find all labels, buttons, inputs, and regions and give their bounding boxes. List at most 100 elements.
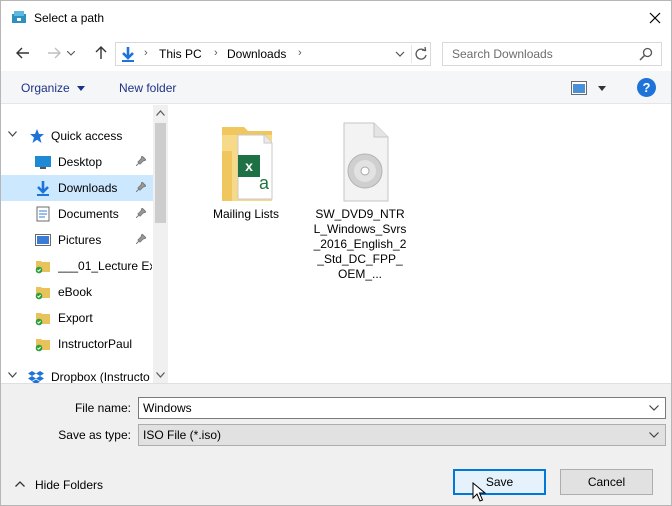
pictures-icon <box>35 234 51 246</box>
nav-item-label: Quick access <box>51 129 123 143</box>
address-bar[interactable]: › This PC › Downloads › <box>115 42 431 66</box>
file-name-combobox[interactable] <box>138 397 666 419</box>
view-options-icon[interactable] <box>571 81 587 95</box>
refresh-icon <box>415 46 427 60</box>
recent-locations-button[interactable] <box>65 43 77 63</box>
save-panel: File name: Save as type: ISO File (*.iso… <box>1 383 671 505</box>
chevron-down-icon[interactable] <box>649 432 659 438</box>
title-bar: Select a path <box>1 1 671 35</box>
forward-button[interactable] <box>44 43 64 63</box>
chevron-down-icon <box>67 50 75 56</box>
search-box[interactable] <box>442 42 662 66</box>
nav-item-label: ___01_Lecture Ex <box>58 259 152 273</box>
forward-arrow-icon <box>48 47 61 59</box>
breadcrumb-this-pc[interactable]: This PC <box>159 47 202 61</box>
synced-folder-icon <box>35 339 50 352</box>
file-item-label: SW_DVD9_NTRL_Windows_Svrs_2016_English_2… <box>313 207 407 281</box>
save-button[interactable]: Save <box>453 469 546 495</box>
download-arrow-icon <box>37 181 49 196</box>
chevron-down-icon <box>395 51 405 57</box>
scroll-down-icon[interactable] <box>156 372 165 378</box>
nav-item-label: Desktop <box>58 155 103 169</box>
refresh-button[interactable] <box>411 45 429 63</box>
select-path-dialog: Select a path › This PC › Downloads › Se… <box>0 0 672 506</box>
nav-scrollbar[interactable] <box>153 105 168 383</box>
nav-item-lecture-ex[interactable]: ___01_Lecture Ex <box>1 253 153 279</box>
pin-icon[interactable] <box>136 182 146 192</box>
breadcrumb-separator[interactable]: › <box>144 47 148 59</box>
back-arrow-icon <box>16 47 29 59</box>
synced-folder-icon <box>35 287 50 300</box>
star-icon <box>30 129 44 143</box>
file-item-mailing-lists[interactable]: x a Mailing Lists <box>199 121 293 222</box>
nav-item-pictures[interactable]: Pictures <box>1 227 153 253</box>
organize-button[interactable]: Organize <box>21 81 70 95</box>
synced-folder-icon <box>35 313 50 326</box>
address-row: › This PC › Downloads › <box>1 37 671 69</box>
file-item-label: Mailing Lists <box>212 207 280 221</box>
close-button[interactable] <box>641 6 669 30</box>
close-icon <box>649 12 661 24</box>
navigation-pane: Quick access Desktop Downloads Documents… <box>1 105 168 383</box>
new-folder-button[interactable]: New folder <box>119 81 176 95</box>
save-as-type-select[interactable]: ISO File (*.iso) <box>138 424 666 446</box>
app-icon <box>12 11 26 23</box>
desktop-icon <box>35 156 51 169</box>
hide-folders-label: Hide Folders <box>35 478 104 492</box>
window-title: Select a path <box>34 11 105 25</box>
nav-item-label: Dropbox (Instructo <box>51 370 150 383</box>
nav-item-label: Export <box>58 311 93 325</box>
disc-image-file-icon <box>343 122 389 202</box>
nav-item-ebook[interactable]: eBook <box>1 279 153 305</box>
scroll-up-icon[interactable] <box>156 110 165 116</box>
back-button[interactable] <box>13 43 33 63</box>
caret-down-icon[interactable] <box>77 86 85 91</box>
file-name-label: File name: <box>74 401 131 415</box>
save-as-type-label: Save as type: <box>58 428 131 442</box>
nav-item-downloads[interactable]: Downloads <box>1 175 153 201</box>
breadcrumb-separator[interactable]: › <box>214 47 218 59</box>
nav-item-export[interactable]: Export <box>1 305 153 331</box>
cancel-button[interactable]: Cancel <box>560 469 653 495</box>
breadcrumb-separator[interactable]: › <box>298 47 302 59</box>
pin-icon[interactable] <box>136 156 146 166</box>
command-toolbar: Organize New folder ? <box>1 71 671 104</box>
caret-down-icon[interactable] <box>598 86 606 91</box>
address-history-dropdown[interactable] <box>392 46 408 62</box>
documents-icon <box>36 206 50 222</box>
download-arrow-icon <box>122 47 134 62</box>
nav-item-label: InstructorPaul <box>58 337 133 351</box>
excel-folder-icon: x a <box>222 127 273 201</box>
file-name-input[interactable] <box>139 398 639 418</box>
svg-text:x: x <box>245 158 253 174</box>
nav-item-documents[interactable]: Documents <box>1 201 153 227</box>
mouse-cursor-icon <box>472 482 486 502</box>
nav-item-quick-access[interactable]: Quick access <box>1 123 153 149</box>
up-button[interactable] <box>91 43 111 63</box>
search-icon <box>639 47 653 61</box>
pin-icon[interactable] <box>136 234 146 244</box>
nav-item-label: Pictures <box>58 233 102 247</box>
chevron-up-icon <box>15 481 25 487</box>
save-as-type-value: ISO File (*.iso) <box>143 428 222 442</box>
nav-item-label: Downloads <box>58 181 118 195</box>
nav-item-instructorpaul[interactable]: InstructorPaul <box>1 331 153 357</box>
chevron-down-icon[interactable] <box>649 405 659 411</box>
breadcrumb-downloads[interactable]: Downloads <box>227 47 286 61</box>
file-item-iso[interactable]: SW_DVD9_NTRL_Windows_Svrs_2016_English_2… <box>313 121 407 282</box>
nav-item-dropbox[interactable]: Dropbox (Instructo <box>1 364 153 383</box>
file-list: x a Mailing Lists SW_DVD9_NTRL_Windows_S… <box>169 105 671 383</box>
nav-item-label: eBook <box>58 285 93 299</box>
nav-item-desktop[interactable]: Desktop <box>1 149 153 175</box>
chevron-down-icon[interactable] <box>8 372 17 378</box>
dropbox-icon <box>28 371 44 383</box>
search-input[interactable] <box>443 43 633 65</box>
chevron-down-icon[interactable] <box>8 131 17 137</box>
up-arrow-icon <box>95 46 107 59</box>
svg-text:a: a <box>259 173 270 193</box>
scrollbar-thumb[interactable] <box>155 123 166 223</box>
pin-icon[interactable] <box>136 208 146 218</box>
help-button[interactable]: ? <box>637 78 656 97</box>
synced-folder-icon <box>35 261 50 274</box>
nav-item-label: Documents <box>58 207 119 221</box>
